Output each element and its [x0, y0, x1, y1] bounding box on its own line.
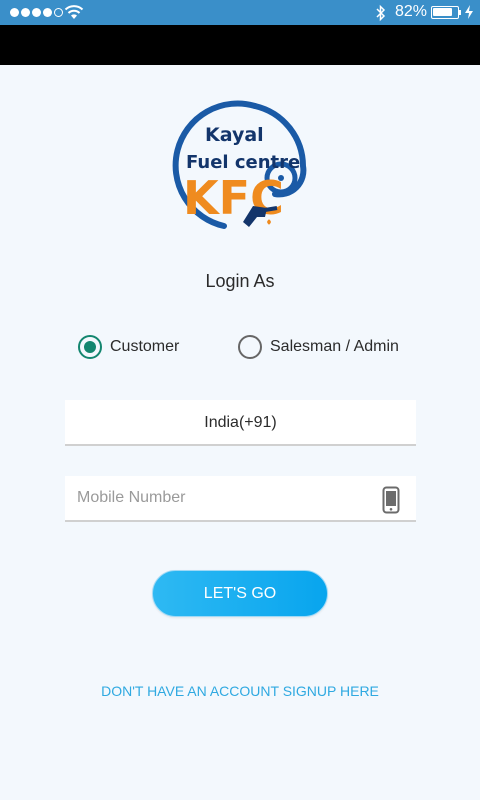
wifi-icon [64, 5, 84, 19]
logo-title-kayal: Kayal [205, 124, 264, 146]
status-bar: 82% [0, 0, 480, 25]
charging-icon [465, 5, 473, 19]
radio-label-customer: Customer [110, 338, 180, 355]
lets-go-button[interactable]: LET'S GO [152, 570, 328, 617]
radio-option-customer[interactable]: Customer [78, 333, 179, 361]
logo-title-fuel-centre: Fuel centre [186, 152, 300, 173]
battery-level-fill [433, 8, 452, 16]
logo-initials: KFC [183, 171, 284, 225]
country-code-selector[interactable]: India(+91) [65, 400, 416, 446]
login-as-heading: Login As [205, 271, 275, 291]
mobile-phone-icon [382, 486, 400, 514]
mobile-number-input[interactable] [65, 476, 365, 520]
battery-nub [459, 10, 461, 15]
battery-percentage: 82% [395, 3, 428, 20]
bluetooth-icon [376, 4, 386, 22]
radio-option-salesman-admin[interactable]: Salesman / Admin [238, 333, 399, 361]
battery-icon [431, 6, 459, 19]
app-header-band [0, 25, 480, 65]
radio-button-customer[interactable] [78, 335, 102, 359]
radio-button-salesman-admin[interactable] [238, 335, 262, 359]
signup-link[interactable]: DON'T HAVE AN ACCOUNT SIGNUP HERE [0, 683, 480, 699]
kayal-fuel-centre-logo: Kayal Fuel centre KFC [172, 100, 307, 229]
signal-strength-icon [10, 8, 63, 17]
radio-label-salesman-admin: Salesman / Admin [270, 338, 399, 355]
mobile-number-field[interactable] [65, 476, 416, 522]
